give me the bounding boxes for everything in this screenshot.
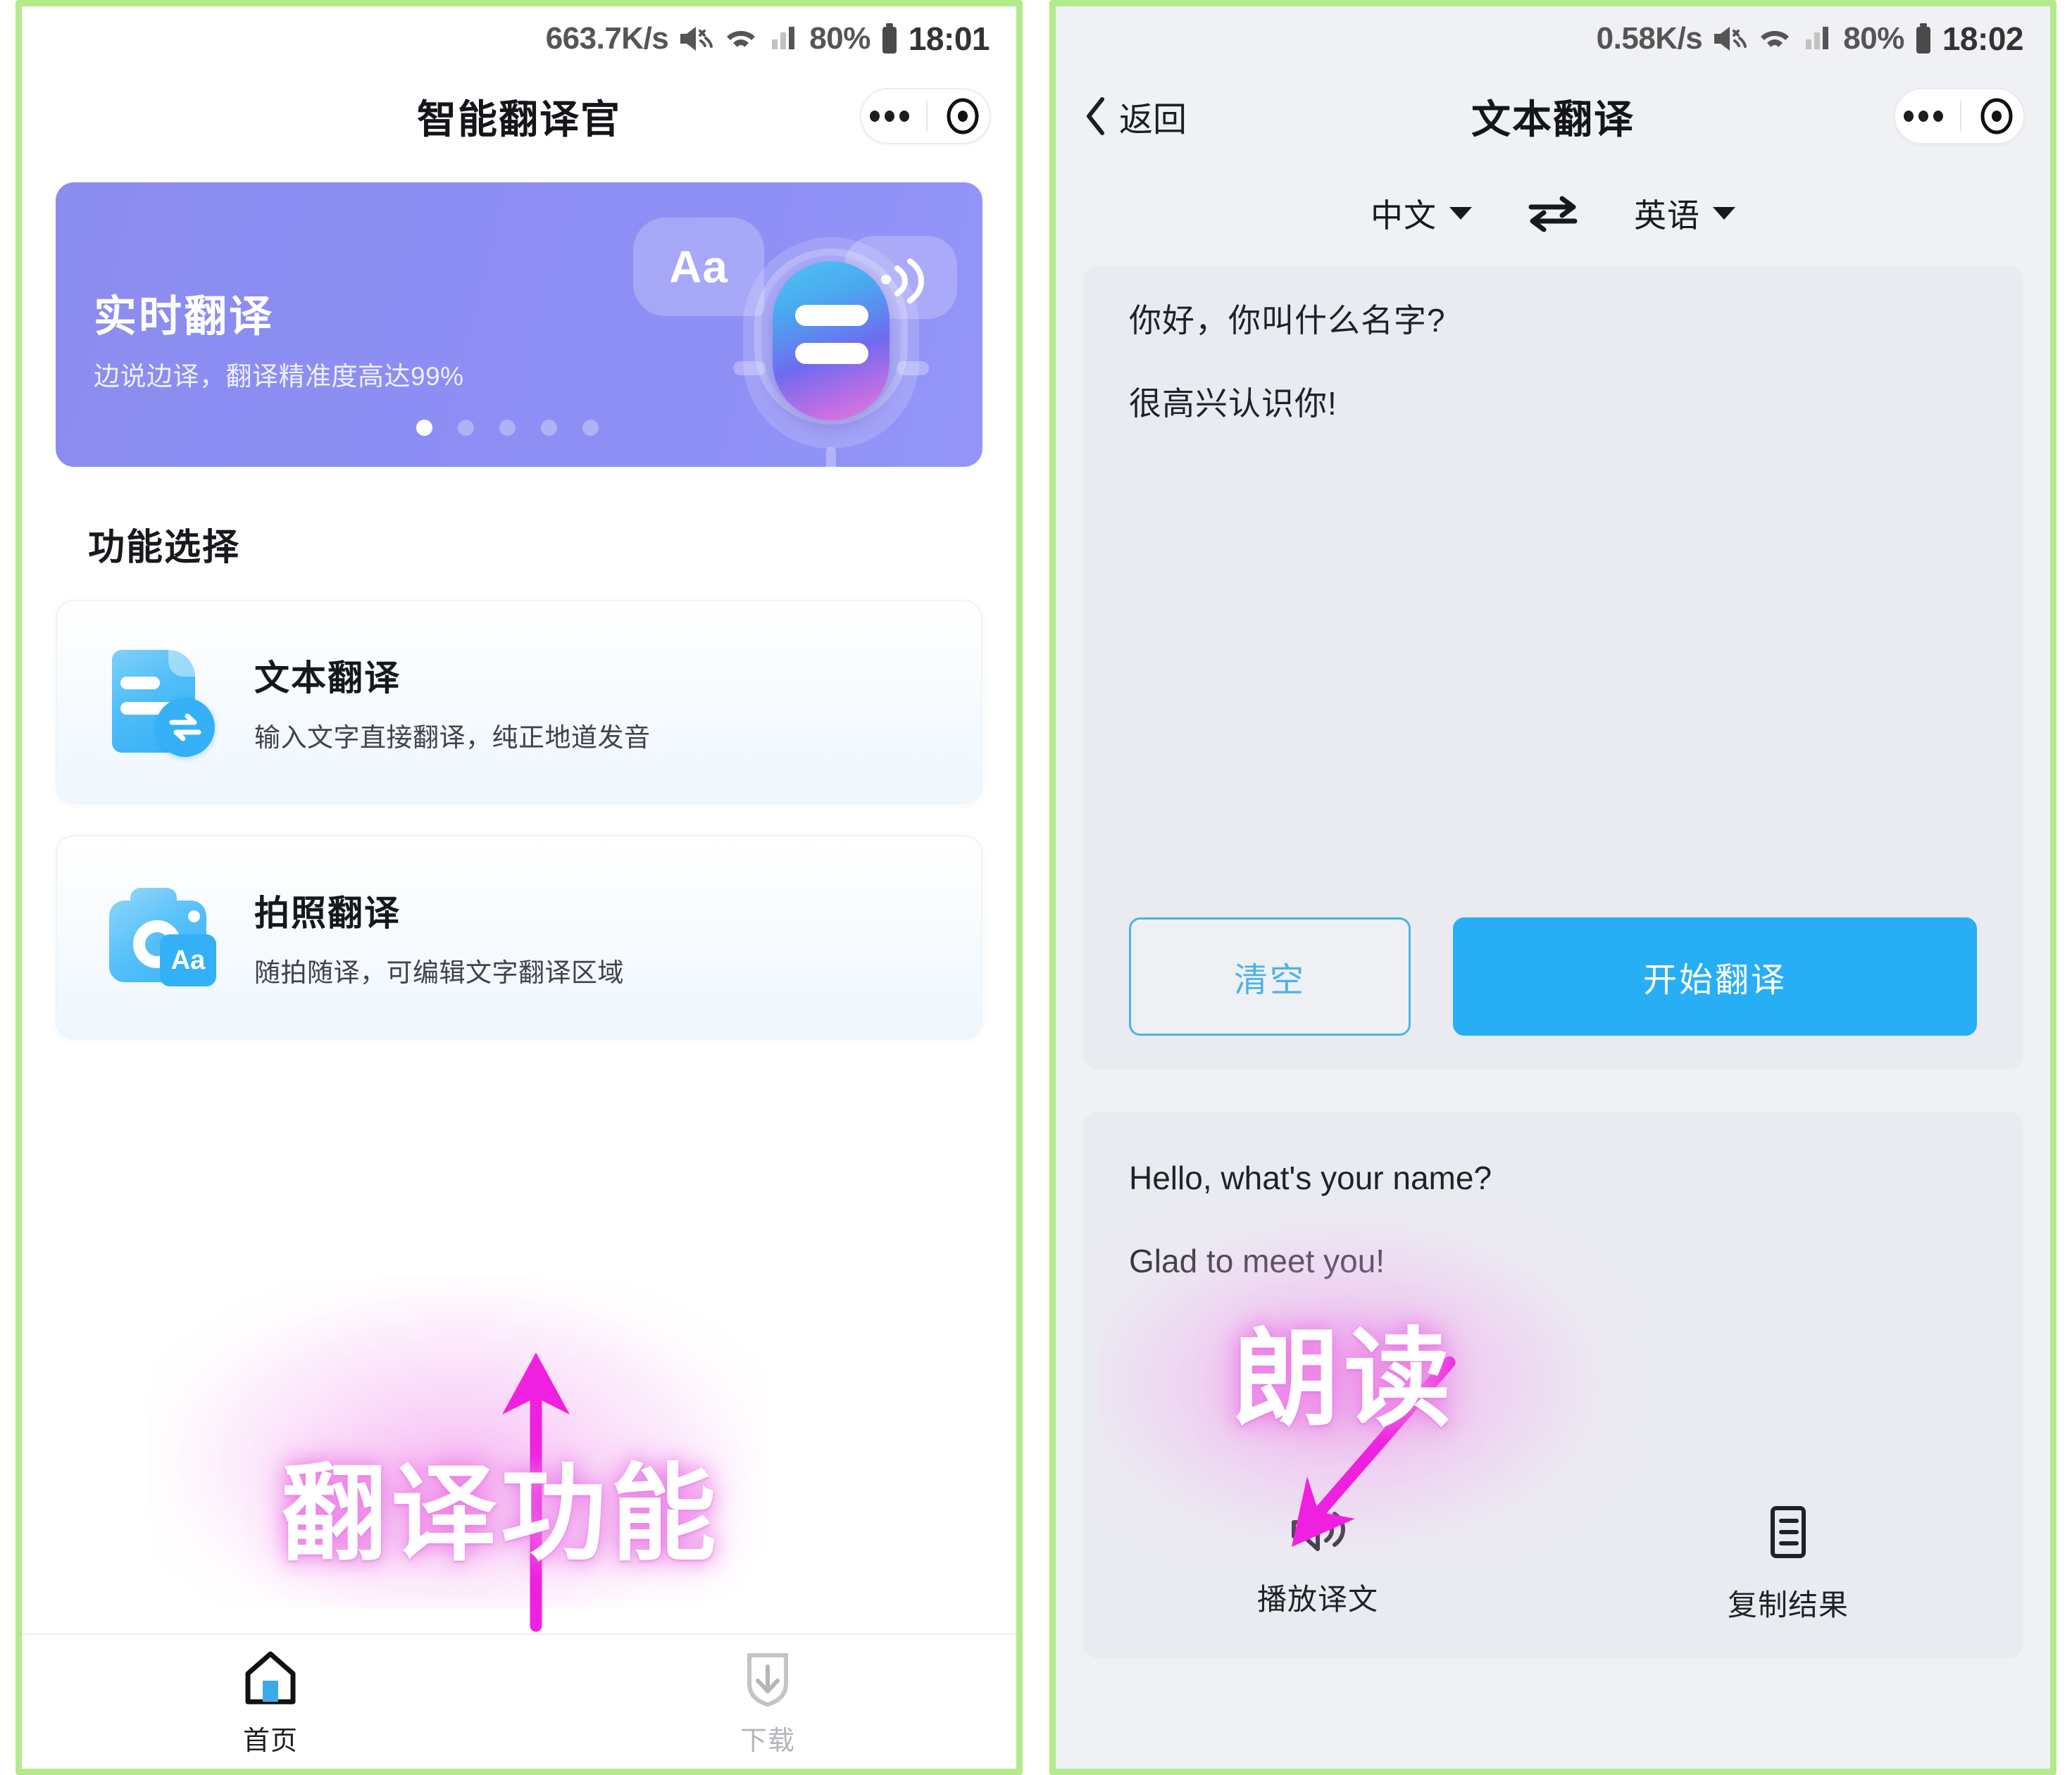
close-target-icon[interactable]: [1978, 98, 2015, 134]
wifi-icon: [723, 24, 759, 54]
capsule-divider: [1960, 101, 1961, 132]
feature-desc: 输入文字直接翻译，纯正地道发音: [254, 723, 651, 752]
result-actions: 播放译文 复制结果: [1082, 1504, 2023, 1624]
start-translate-button[interactable]: 开始翻译: [1453, 917, 1977, 1036]
source-language-select[interactable]: 中文: [1371, 190, 1472, 237]
battery-percent: 80%: [809, 21, 870, 56]
chevron-left-icon: [1084, 96, 1108, 136]
close-target-icon[interactable]: [944, 98, 981, 134]
clock: 18:01: [908, 20, 990, 57]
mute-icon: [678, 24, 714, 54]
download-icon: [737, 1647, 799, 1709]
play-translation-label: 播放译文: [1256, 1583, 1378, 1616]
language-selector-row: 中文 英语: [1056, 161, 2050, 265]
result-line: Hello, what's your name?: [1129, 1160, 1492, 1196]
nav-bar-translate: 返回 文本翻译: [1056, 71, 2050, 161]
target-language-select[interactable]: 英语: [1634, 190, 1735, 237]
capsule-divider: [926, 101, 928, 132]
document-translate-icon: [105, 646, 218, 758]
camera-aa-badge: Aa: [160, 934, 216, 986]
battery-percent: 80%: [1843, 21, 1904, 56]
banner-illustration: Aa: [616, 182, 968, 467]
camera-translate-icon: Aa: [105, 881, 218, 993]
source-text-panel: 你好，你叫什么名字? 很高兴认识你! 清空 开始翻译: [1082, 265, 2023, 1070]
aa-bubble-icon: Aa: [633, 218, 764, 316]
signal-icon: [768, 24, 800, 54]
clock: 18:02: [1942, 20, 2024, 57]
nav-bar-home: 智能翻译官: [22, 71, 1016, 161]
source-line: 很高兴认识你!: [1129, 385, 1337, 422]
clear-button[interactable]: 清空: [1129, 917, 1411, 1036]
result-panel: Hello, what's your name? Glad to meet yo…: [1082, 1112, 2023, 1658]
target-language-value: 英语: [1634, 197, 1700, 234]
swap-horizontal-icon[interactable]: [1527, 193, 1579, 234]
screenshot-stage: 663.7K/s 80% 18:01 智能翻译官 实时翻译 边说边译，翻译精准度…: [0, 0, 2072, 1775]
translate-content: 中文 英语 你好，你叫什么名字? 很高兴认识你! 清空 开始翻译 Hello, …: [1056, 161, 2050, 1769]
tab-download-label: 下载: [739, 1726, 795, 1756]
aa-bubble-label: Aa: [669, 242, 728, 292]
result-text: Hello, what's your name? Glad to meet yo…: [1129, 1161, 1977, 1279]
annotation-label-read-aloud: 朗读: [1232, 1319, 1455, 1439]
banner-title: 实时翻译: [94, 292, 275, 340]
copy-result-label: 复制结果: [1727, 1588, 1849, 1622]
battery-icon: [880, 23, 899, 55]
source-language-value: 中文: [1371, 197, 1437, 234]
banner-dot-indicators[interactable]: [416, 420, 599, 436]
phone-screen-home: 663.7K/s 80% 18:01 智能翻译官 实时翻译 边说边译，翻译精准度…: [15, 0, 1023, 1775]
back-label: 返回: [1119, 101, 1187, 139]
action-button-row: 清空 开始翻译: [1129, 917, 1977, 1036]
home-icon: [239, 1647, 301, 1709]
feature-card-text-translate[interactable]: 文本翻译 输入文字直接翻译，纯正地道发音: [56, 600, 982, 804]
status-bar: 0.58K/s 80% 18:02: [1056, 6, 2050, 71]
phone-screen-text-translate: 0.58K/s 80% 18:02 返回 文本翻译 中文 英语 你好，你叫什么名…: [1049, 0, 2057, 1775]
status-bar: 663.7K/s 80% 18:01: [22, 6, 1016, 71]
result-line: Glad to meet you!: [1129, 1243, 1385, 1280]
tab-home[interactable]: 首页: [22, 1635, 519, 1769]
mini-program-capsule[interactable]: [860, 88, 991, 144]
battery-icon: [1914, 23, 1933, 55]
feature-title: 拍照翻译: [254, 893, 401, 933]
network-speed: 663.7K/s: [545, 21, 669, 56]
more-menu-icon[interactable]: [1904, 111, 1943, 122]
copy-icon: [1763, 1504, 1814, 1560]
microphone-illustration: [733, 237, 929, 467]
section-title-features: 功能选择: [88, 527, 241, 568]
chevron-down-icon: [1713, 207, 1735, 220]
promo-banner[interactable]: 实时翻译 边说边译，翻译精准度高达99% Aa: [56, 182, 982, 467]
network-speed: 0.58K/s: [1596, 21, 1703, 56]
home-content: 实时翻译 边说边译，翻译精准度高达99% Aa 功能选择 文本翻译 输入文字直接…: [22, 161, 1016, 1633]
signal-icon: [1802, 24, 1834, 54]
annotation-label-features: 翻译功能: [281, 1455, 721, 1573]
feature-desc: 随拍随译，可编辑文字翻译区域: [254, 958, 624, 987]
more-menu-icon[interactable]: [870, 111, 909, 122]
bottom-tab-bar: 首页 下载: [22, 1633, 1016, 1769]
mini-program-capsule[interactable]: [1894, 88, 2025, 144]
back-button[interactable]: 返回: [1056, 92, 1187, 141]
source-line: 你好，你叫什么名字?: [1129, 302, 1446, 339]
source-textarea[interactable]: 你好，你叫什么名字? 很高兴认识你!: [1129, 303, 1977, 470]
banner-subtitle: 边说边译，翻译精准度高达99%: [94, 362, 464, 391]
tab-download[interactable]: 下载: [519, 1635, 1016, 1769]
copy-result-button[interactable]: 复制结果: [1553, 1504, 2023, 1624]
wifi-icon: [1757, 24, 1792, 54]
mute-icon: [1711, 24, 1748, 54]
tab-home-label: 首页: [242, 1726, 298, 1756]
feature-title: 文本翻译: [254, 658, 401, 698]
chevron-down-icon: [1449, 207, 1472, 220]
feature-card-photo-translate[interactable]: Aa 拍照翻译 随拍随译，可编辑文字翻译区域: [56, 835, 982, 1039]
